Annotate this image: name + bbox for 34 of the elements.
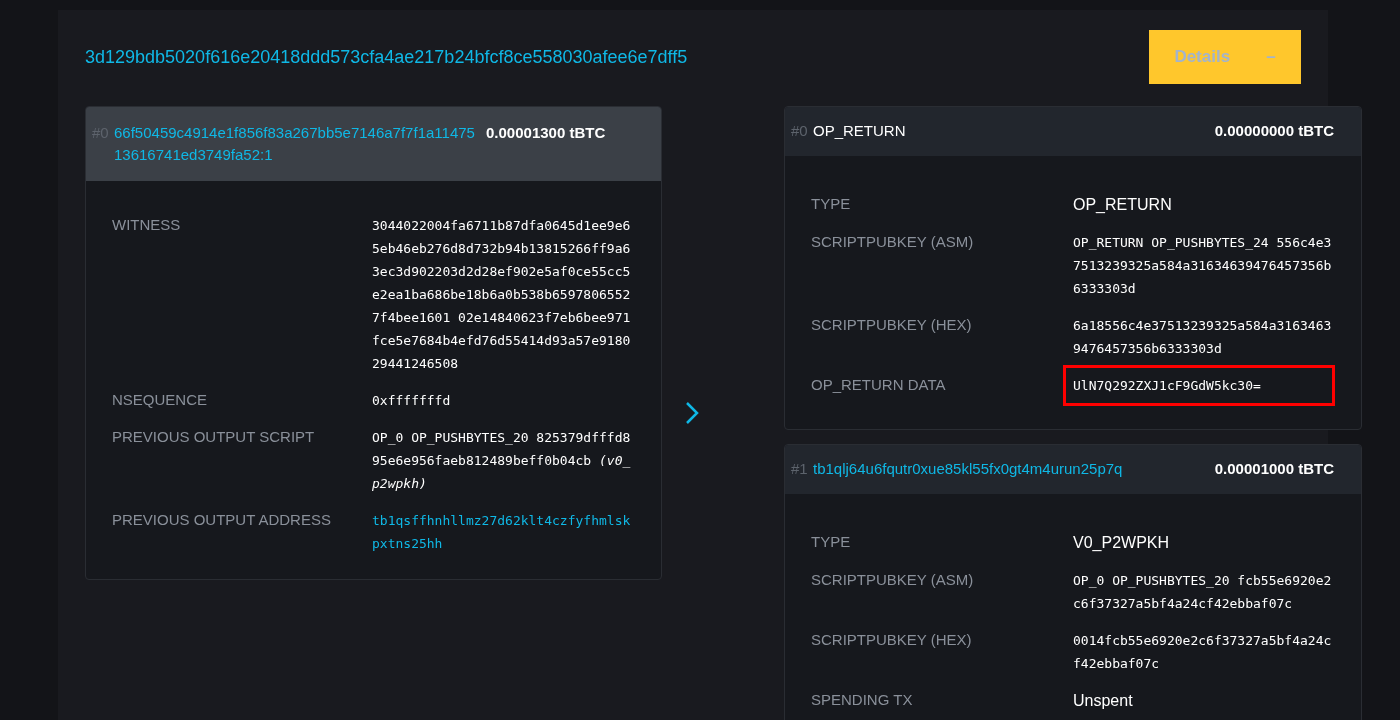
field-label: WITNESS [112, 215, 182, 235]
index-label: #0 [791, 121, 809, 142]
field-value: Unspent [1073, 691, 1134, 711]
field-label: OP_RETURN DATA [811, 375, 947, 395]
field-label: PREVIOUS OUTPUT SCRIPT [112, 427, 316, 447]
chevron-right-icon [685, 401, 699, 425]
index-label: #1 [791, 459, 809, 480]
field-label: SCRIPTPUBKEY (HEX) [811, 315, 973, 335]
field-label: SCRIPTPUBKEY (ASM) [811, 232, 975, 252]
highlighted-value: UlN7Q292ZXJ1cF9GdW5kc30= [1063, 365, 1335, 406]
txid-link[interactable]: 3d129bdb5020f616e20418ddd573cfa4ae217b24bfcf8ce558030afee6e7dff5 [85, 43, 688, 71]
field-label: TYPE [811, 194, 852, 214]
field-value: OP_RETURN OP_PUSHBYTES_24 556c4e37513239325a584a31634639476457356b6333303d [1073, 234, 1333, 298]
field-value: 0014fcb55e6920e2c6f37327a5bf4a24cf42ebbaf07c [1073, 632, 1333, 673]
amount-text: 0.00001300 tBTC [486, 123, 606, 143]
field-label: NSEQUENCE [112, 390, 209, 410]
amount-text: 0.00001000 tBTC [1214, 459, 1334, 480]
field-label: SPENDING TX [811, 690, 914, 710]
field-value: OP_0 OP_PUSHBYTES_20 825379dfffd895e6e956faeb812489beff0b04cb (v0_p2wpkh) [372, 429, 632, 493]
field-value: 0xfffffffd [372, 392, 452, 410]
field-value: OP_RETURN [1073, 195, 1173, 215]
field-value[interactable]: tb1qsffhnhllmz27d62klt4czfyfhmlskpxtns25hh [372, 509, 635, 555]
field-label: PREVIOUS OUTPUT ADDRESS [112, 510, 332, 530]
field-label: SCRIPTPUBKEY (ASM) [811, 570, 975, 590]
field-value: 3044022004fa6711b87dfa0645d1ee9e65eb46eb276d8d732b94b13815266ff9a63ec3d902203d2d28ef902e5af0ce55cc5e2ea1ba686be18b6a0b538b65978065527f4bee1601 02e14840623f7eb6bee971fce5e7684b4efd76d55414d93a57e918029441246508 [372, 217, 632, 373]
amount-text: 0.00000000 tBTC [1214, 121, 1334, 142]
field-value: OP_0 OP_PUSHBYTES_20 fcb55e6920e2c6f37327a5bf4a24cf42ebbaf07c [1073, 572, 1333, 613]
field-value: V0_P2WPKH [1073, 533, 1171, 553]
outpoint-link[interactable]: 66f50459c4914e1f856f83a267bb5e7146a7f7f1a1147513616741ed3749fa52:1 [114, 122, 482, 166]
field-label: SCRIPTPUBKEY (HEX) [811, 630, 973, 650]
field-value: 6a18556c4e37513239325a584a31634639476457356b6333303d [1073, 317, 1333, 358]
output-title: OP_RETURN [813, 121, 906, 142]
address-link[interactable]: tb1qlj64u6fqutr0xue85kl55fx0gt4m4urun25p7q [813, 458, 1123, 481]
field-label: TYPE [811, 532, 852, 552]
